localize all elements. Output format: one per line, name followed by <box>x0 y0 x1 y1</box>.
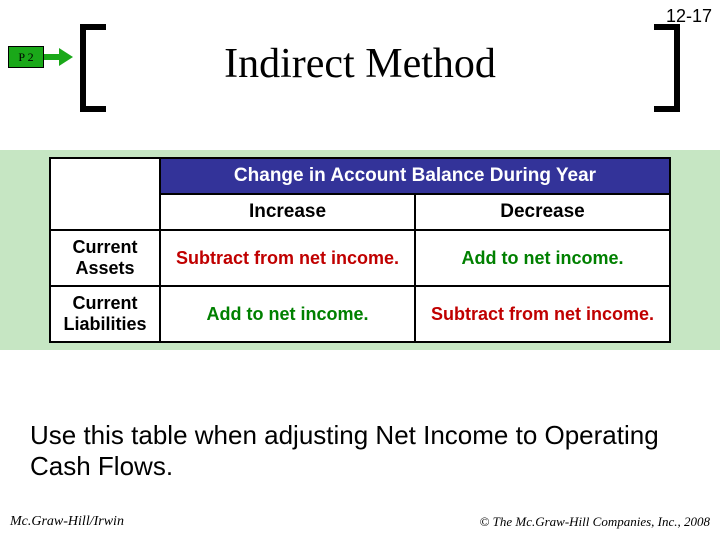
table-corner-blank <box>50 158 160 230</box>
slide: 12-17 P 2 Indirect Method Change in Acco… <box>0 0 720 540</box>
footer-right: © The Mc.Graw-Hill Companies, Inc., 2008 <box>480 514 711 530</box>
row-label: Current Liabilities <box>50 286 160 342</box>
table-row: Current Liabilities Add to net income. S… <box>50 286 670 342</box>
cell-increase: Subtract from net income. <box>160 230 415 286</box>
row-label: Current Assets <box>50 230 160 286</box>
table-container: Change in Account Balance During Year In… <box>0 150 720 350</box>
footer-left: Mc.Graw-Hill/Irwin <box>10 514 124 530</box>
cell-decrease: Add to net income. <box>415 230 670 286</box>
table-row: Current Assets Subtract from net income.… <box>50 230 670 286</box>
table-header-decrease: Decrease <box>415 194 670 230</box>
cell-increase: Add to net income. <box>160 286 415 342</box>
caption-text: Use this table when adjusting Net Income… <box>30 420 690 482</box>
table-header-increase: Increase <box>160 194 415 230</box>
table-header-main: Change in Account Balance During Year <box>160 158 670 194</box>
cell-decrease: Subtract from net income. <box>415 286 670 342</box>
slide-title: Indirect Method <box>0 40 720 88</box>
adjustment-table: Change in Account Balance During Year In… <box>49 157 671 343</box>
